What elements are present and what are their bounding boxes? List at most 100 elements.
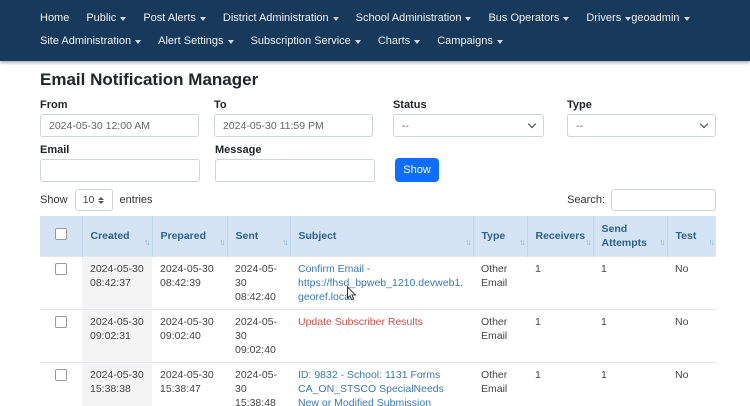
page-size-select[interactable]: 10 xyxy=(75,189,113,211)
sent-cell: 2024-05-30 15:38:48 xyxy=(227,363,290,406)
column-header-subject[interactable]: Subject↑↓ xyxy=(290,216,473,257)
type-cell: Other Email xyxy=(473,310,527,363)
caret-down-icon xyxy=(200,17,206,21)
subject-link[interactable]: ID: 9832 - School: 1131 Forms CA_ON_STSC… xyxy=(298,369,463,406)
nav-item-drivers[interactable]: Drivers xyxy=(586,7,631,30)
page-title: Email Notification Manager xyxy=(40,70,716,90)
user-menu[interactable]: geoadmin xyxy=(631,7,689,30)
email-input[interactable] xyxy=(40,159,200,182)
test-cell: No xyxy=(667,310,716,363)
caret-down-icon xyxy=(465,17,471,21)
notifications-table: Created↑↓Prepared↑↓Sent↑↓Subject↑↓Type↑↓… xyxy=(40,216,716,406)
send-attempts-cell: 1 xyxy=(593,257,667,310)
column-header-send-attempts[interactable]: Send Attempts ↑↓ xyxy=(593,216,667,257)
caret-down-icon xyxy=(497,40,503,44)
select-all-header[interactable] xyxy=(40,216,82,257)
sort-icon: ↑↓ xyxy=(465,235,470,249)
nav-item-alert-settings[interactable]: Alert Settings xyxy=(158,30,233,53)
type-select-value: -- xyxy=(576,120,583,132)
column-label: Prepared xyxy=(161,230,207,242)
receivers-cell: 1 xyxy=(527,310,593,363)
to-input[interactable] xyxy=(214,114,373,137)
show-button[interactable]: Show xyxy=(395,158,439,182)
caret-down-icon xyxy=(135,40,141,44)
nav-item-school-administration[interactable]: School Administration xyxy=(356,7,472,30)
receivers-cell: 1 xyxy=(527,257,593,310)
send-attempts-cell: 1 xyxy=(593,363,667,406)
column-label: Created xyxy=(91,230,130,242)
entries-label: entries xyxy=(120,194,153,206)
prepared-cell: 2024-05-30 09:02:40 xyxy=(152,310,227,363)
row-checkbox[interactable] xyxy=(55,316,67,328)
test-cell: No xyxy=(667,363,716,406)
nav-item-post-alerts[interactable]: Post Alerts xyxy=(143,7,206,30)
nav-item-public[interactable]: Public xyxy=(86,7,126,30)
chevron-down-icon xyxy=(700,120,708,128)
search-label: Search: xyxy=(567,194,605,206)
sort-icon: ↑↓ xyxy=(709,235,714,249)
sort-icon: ↑↓ xyxy=(219,235,224,249)
nav-item-campaigns[interactable]: Campaigns xyxy=(437,30,503,53)
from-input[interactable] xyxy=(40,114,199,137)
message-input[interactable] xyxy=(215,159,375,182)
type-label: Type xyxy=(567,99,716,111)
caret-down-icon xyxy=(563,17,569,21)
nav-item-charts[interactable]: Charts xyxy=(378,30,420,53)
user-menu-label: geoadmin xyxy=(631,7,679,30)
show-entries-label: Show xyxy=(40,194,68,206)
main-menu: Home Public Post Alerts District Administra… xyxy=(40,7,631,30)
column-label: Send Attempts xyxy=(602,223,648,249)
sort-icon: ↑↓ xyxy=(282,235,287,249)
main-content: Email Notification Manager From To Statu… xyxy=(0,61,750,406)
prepared-cell: 2024-05-30 08:42:39 xyxy=(152,257,227,310)
caret-down-icon xyxy=(120,17,126,21)
caret-down-icon xyxy=(333,17,339,21)
nav-item-district-administration[interactable]: District Administration xyxy=(223,7,339,30)
subject-cell: ID: 9832 - School: 1131 Forms CA_ON_STSC… xyxy=(290,363,473,406)
nav-item-bus-operators[interactable]: Bus Operators xyxy=(488,7,569,30)
status-select[interactable]: -- xyxy=(393,114,544,137)
table-row: 2024-05-30 15:38:382024-05-30 15:38:4720… xyxy=(40,363,716,406)
send-attempts-cell: 1 xyxy=(593,310,667,363)
search-input[interactable] xyxy=(611,189,716,211)
type-cell: Other Email xyxy=(473,257,527,310)
chevron-down-icon xyxy=(528,120,536,128)
column-label: Receivers xyxy=(536,230,586,242)
page-size-value: 10 xyxy=(83,194,95,206)
subject-link[interactable]: Update Subscriber Results xyxy=(298,316,423,328)
column-header-sent[interactable]: Sent ↑↓ xyxy=(227,216,290,257)
row-checkbox[interactable] xyxy=(55,263,67,275)
email-label: Email xyxy=(40,144,200,156)
row-select-cell xyxy=(40,310,82,363)
row-checkbox[interactable] xyxy=(55,369,67,381)
subject-cell: Update Subscriber Results xyxy=(290,310,473,363)
column-label: Sent xyxy=(236,230,259,242)
select-all-checkbox[interactable] xyxy=(55,228,67,240)
message-label: Message xyxy=(215,144,375,156)
type-select[interactable]: -- xyxy=(567,114,716,137)
column-header-prepared[interactable]: Prepared ↑↓ xyxy=(152,216,227,257)
nav-item-subscription-service[interactable]: Subscription Service xyxy=(251,30,361,53)
sort-icon: ↑↓ xyxy=(659,235,664,249)
subject-link[interactable]: Confirm Email - https://fhsd_bpweb_1210.… xyxy=(298,263,463,303)
nav-item-home[interactable]: Home xyxy=(40,7,69,30)
status-label: Status xyxy=(393,99,544,111)
table-header-row: Created↑↓Prepared↑↓Sent↑↓Subject↑↓Type↑↓… xyxy=(40,216,716,257)
row-select-cell xyxy=(40,363,82,406)
sort-icon: ↑↓ xyxy=(585,235,590,249)
column-header-type[interactable]: Type↑↓ xyxy=(473,216,527,257)
prepared-cell: 2024-05-30 15:38:47 xyxy=(152,363,227,406)
caret-down-icon xyxy=(684,17,690,21)
nav-item-site-administration[interactable]: Site Administration xyxy=(40,30,141,53)
spinner-updown-icon xyxy=(98,197,104,204)
subject-cell: Confirm Email - https://fhsd_bpweb_1210.… xyxy=(290,257,473,310)
created-cell: 2024-05-30 09:02:31 xyxy=(82,310,152,363)
created-cell: 2024-05-30 15:38:38 xyxy=(82,363,152,406)
type-cell: Other Email xyxy=(473,363,527,406)
column-header-created[interactable]: Created↑↓ xyxy=(82,216,152,257)
caret-down-icon xyxy=(414,40,420,44)
sort-icon: ↑↓ xyxy=(519,235,524,249)
column-header-test[interactable]: Test↑↓ xyxy=(667,216,716,257)
from-label: From xyxy=(40,99,199,111)
column-header-receivers[interactable]: Receivers↑↓ xyxy=(527,216,593,257)
